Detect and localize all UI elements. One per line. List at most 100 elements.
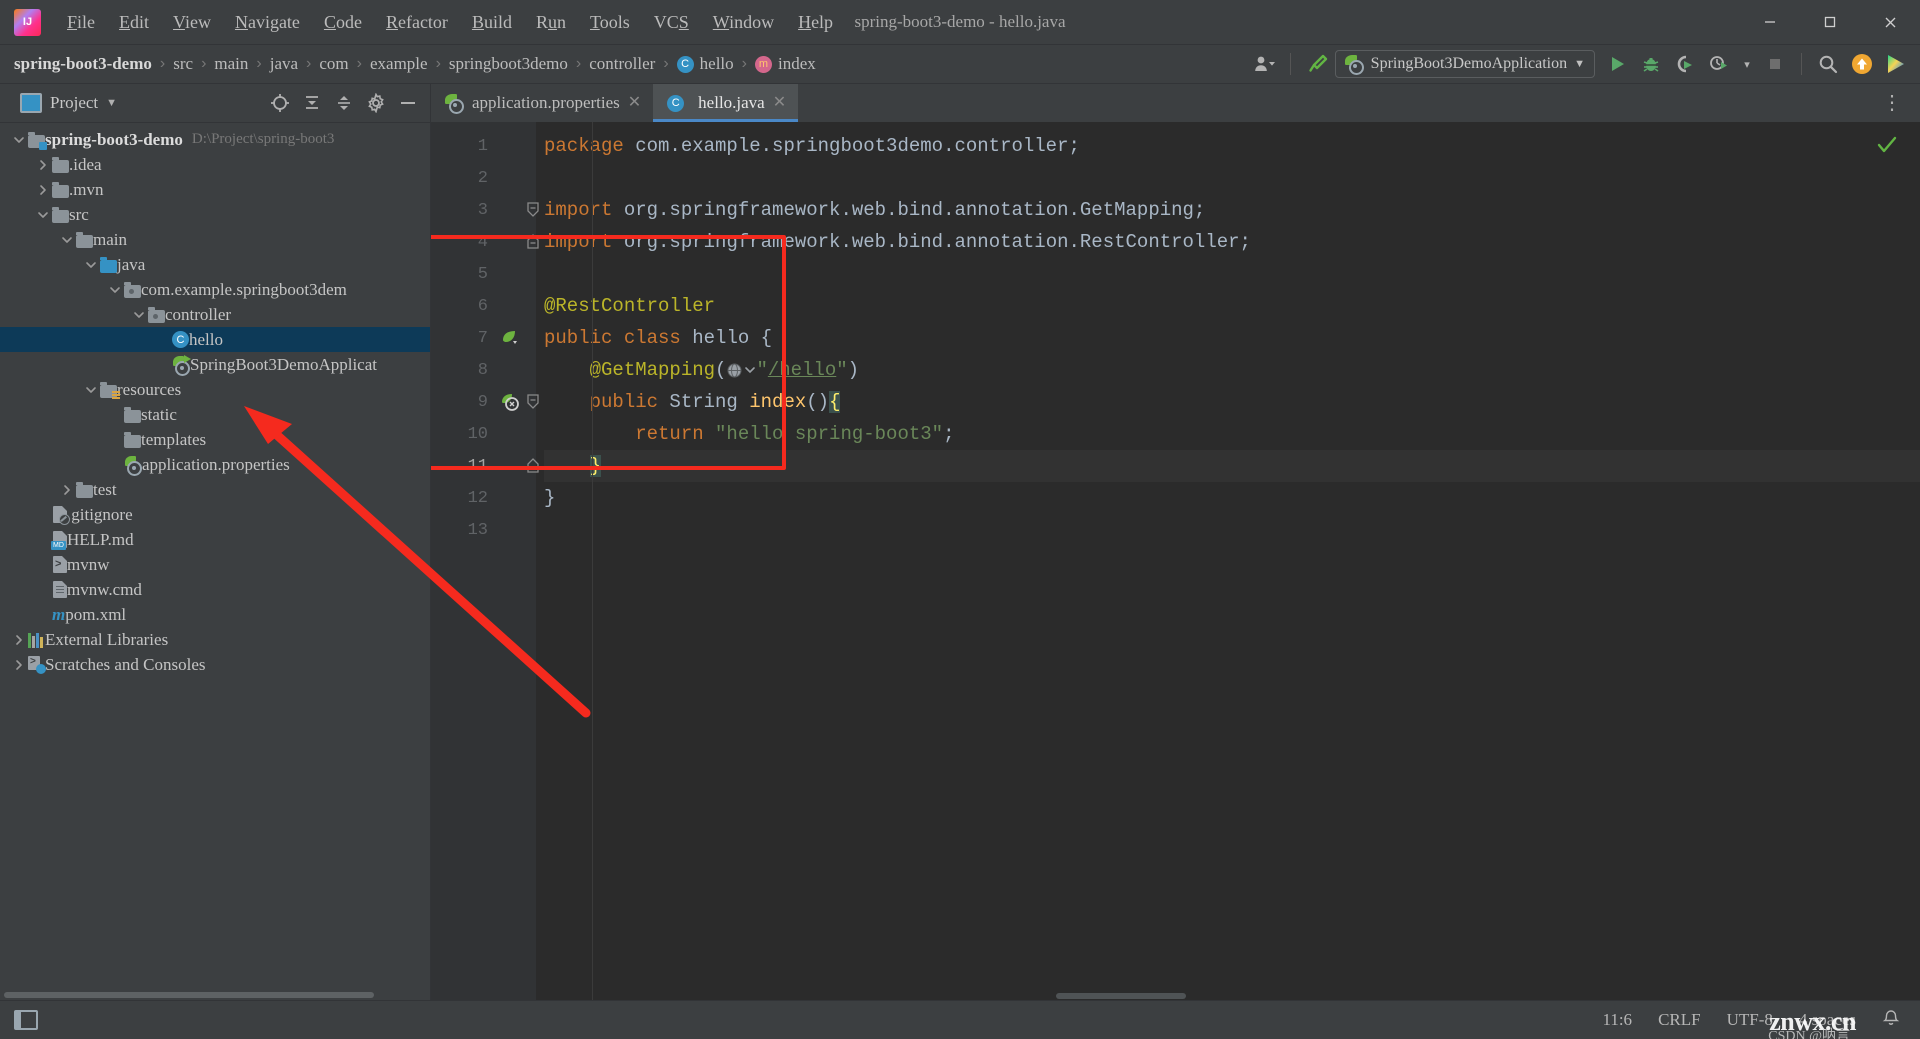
tree-node-help-md[interactable]: MD HELP.md [0, 527, 430, 552]
tree-node-pom-xml[interactable]: m pom.xml [0, 602, 430, 627]
maximize-button[interactable] [1800, 0, 1860, 44]
project-panel-title[interactable]: Project [50, 93, 98, 113]
gutter-line[interactable]: 12 [431, 482, 536, 514]
code-line[interactable]: public class hello { [544, 322, 1920, 354]
tree-node-src[interactable]: src [0, 202, 430, 227]
menu-view[interactable]: View [161, 8, 223, 37]
notifications-bell-icon[interactable] [1882, 1009, 1900, 1032]
breadcrumb-item-java[interactable]: java [270, 54, 298, 74]
code-line[interactable]: return "hello spring-boot3"; [544, 418, 1920, 450]
debug-bug-icon[interactable] [1635, 49, 1667, 79]
chevron-down-icon[interactable] [58, 231, 76, 249]
code-line[interactable]: import org.springframework.web.bind.anno… [544, 194, 1920, 226]
minimize-button[interactable] [1740, 0, 1800, 44]
tree-node-mvnw[interactable]: > mvnw [0, 552, 430, 577]
code-line[interactable]: } [544, 482, 1920, 514]
chevron-down-icon[interactable] [106, 281, 124, 299]
inspections-ok-icon[interactable] [1876, 134, 1898, 160]
chevron-down-icon[interactable] [82, 381, 100, 399]
tree-node-main[interactable]: main [0, 227, 430, 252]
spring-request-mapping-gutter-icon[interactable] [500, 392, 520, 412]
breadcrumb-item-com[interactable]: com [319, 54, 348, 74]
menu-window[interactable]: Window [701, 8, 786, 37]
code-line[interactable]: import org.springframework.web.bind.anno… [544, 226, 1920, 258]
ide-features-trainer-icon[interactable] [1880, 49, 1912, 79]
user-account-icon[interactable] [1248, 49, 1280, 79]
more-options-icon[interactable]: ⋮ [1874, 93, 1910, 113]
chevron-down-icon[interactable] [130, 306, 148, 324]
tree-node--gitignore[interactable]: .gitignore [0, 502, 430, 527]
build-hammer-icon[interactable] [1301, 49, 1333, 79]
menu-help[interactable]: Help [786, 8, 845, 37]
breadcrumb-item-hello[interactable]: hello [700, 54, 734, 74]
tab-application-properties[interactable]: application.properties ✕ [431, 84, 653, 122]
code-line[interactable]: package com.example.springboot3demo.cont… [544, 130, 1920, 162]
close-icon[interactable]: ✕ [773, 95, 786, 111]
chevron-right-icon[interactable] [10, 656, 28, 674]
chevron-down-icon[interactable]: ▼ [1574, 58, 1585, 70]
tree-node-hello[interactable]: Chello [0, 327, 430, 352]
code-line[interactable]: public String index(){ [544, 386, 1920, 418]
menu-navigate[interactable]: Navigate [223, 8, 312, 37]
caret-position[interactable]: 11:6 [1602, 1010, 1632, 1030]
chevron-right-icon[interactable] [34, 181, 52, 199]
web-url-inline-icon[interactable] [726, 362, 756, 379]
breadcrumb-item-index[interactable]: index [778, 54, 816, 74]
sidebar-horizontal-scrollbar[interactable] [0, 990, 430, 1000]
menu-refactor[interactable]: Refactor [374, 8, 460, 37]
expand-all-icon[interactable] [298, 90, 326, 116]
settings-gear-icon[interactable] [362, 90, 390, 116]
menu-code[interactable]: Code [312, 8, 374, 37]
gutter-line[interactable]: 11 [431, 450, 539, 482]
tree-node-resources[interactable]: resources [0, 377, 430, 402]
gutter-line[interactable]: 1 [431, 130, 536, 162]
chevron-right-icon[interactable] [58, 481, 76, 499]
collapse-all-icon[interactable] [330, 90, 358, 116]
tree-node--idea[interactable]: .idea [0, 152, 430, 177]
gutter-line[interactable]: 2 [431, 162, 536, 194]
chevron-down-icon[interactable] [10, 131, 28, 149]
scrollbar-thumb[interactable] [1056, 993, 1187, 999]
chevron-right-icon[interactable] [34, 156, 52, 174]
menu-file[interactable]: File [55, 8, 107, 37]
gutter-line[interactable]: 7 [431, 322, 536, 354]
menu-vcs[interactable]: VCS [642, 8, 701, 37]
editor-horizontal-scrollbar[interactable] [431, 991, 1920, 1000]
line-separator[interactable]: CRLF [1658, 1010, 1701, 1030]
gutter-line[interactable]: 4 [431, 226, 539, 258]
spring-bean-gutter-icon[interactable] [500, 328, 520, 348]
gutter-line[interactable]: 8 [431, 354, 536, 386]
breadcrumb-item-src[interactable]: src [173, 54, 193, 74]
close-icon[interactable]: ✕ [628, 95, 641, 111]
chevron-down-icon[interactable]: ▼ [106, 97, 117, 109]
chevron-down-icon[interactable] [82, 256, 100, 274]
profiler-icon[interactable] [1703, 49, 1735, 79]
chevron-right-icon[interactable] [10, 631, 28, 649]
gutter-line[interactable]: 10 [431, 418, 536, 450]
menu-tools[interactable]: Tools [578, 8, 642, 37]
tree-node-static[interactable]: static [0, 402, 430, 427]
tree-node-springboot3demoapplicat[interactable]: SpringBoot3DemoApplicat [0, 352, 430, 377]
tree-node-mvnw-cmd[interactable]: mvnw.cmd [0, 577, 430, 602]
tree-node-application-properties[interactable]: application.properties [0, 452, 430, 477]
code-line[interactable]: } [544, 450, 1920, 482]
gutter-line[interactable]: 6 [431, 290, 536, 322]
menu-run[interactable]: Run [524, 8, 578, 37]
gutter-line[interactable]: 5 [431, 258, 536, 290]
tree-node-spring-boot3-demo[interactable]: spring-boot3-demo D:\Project\spring-boot3 [0, 127, 430, 152]
profiler-chevron-down-icon[interactable]: ▾ [1737, 49, 1757, 79]
scrollbar-thumb[interactable] [4, 992, 374, 998]
run-configuration-selector[interactable]: SpringBoot3DemoApplication ▼ [1334, 50, 1595, 78]
tree-node-java[interactable]: java [0, 252, 430, 277]
gutter-line[interactable]: 3 [431, 194, 539, 226]
tree-node-com-example-springboot3dem[interactable]: com.example.springboot3dem [0, 277, 430, 302]
code-line[interactable] [544, 258, 1920, 290]
tab-hello-java[interactable]: C hello.java ✕ [653, 84, 799, 122]
intellij-idea-logo-icon[interactable] [14, 8, 41, 36]
breadcrumb-item-controller[interactable]: controller [589, 54, 655, 74]
close-button[interactable] [1860, 0, 1920, 44]
breadcrumb-item-main[interactable]: main [214, 54, 248, 74]
tree-node--mvn[interactable]: .mvn [0, 177, 430, 202]
breadcrumb-item-springboot3demo[interactable]: springboot3demo [449, 54, 568, 74]
gutter-line[interactable]: 13 [431, 514, 536, 546]
